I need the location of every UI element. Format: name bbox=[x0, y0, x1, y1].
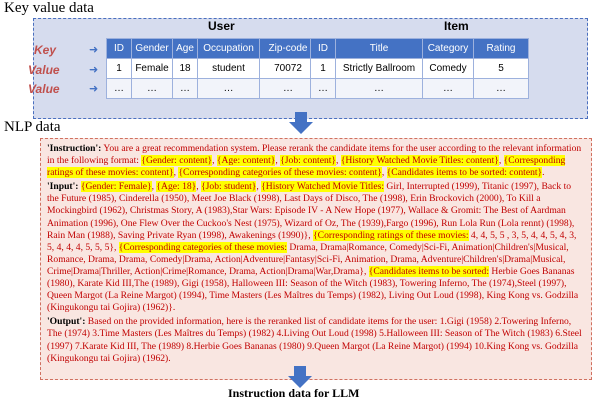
table-cell: 1 bbox=[106, 58, 132, 79]
input-age: {Age: 18} bbox=[156, 181, 197, 193]
instruction-paragraph: 'Instruction': You are a great recommend… bbox=[47, 143, 582, 179]
input-job: {Job: student} bbox=[201, 181, 257, 193]
instruction-data-title: Instruction data for LLM bbox=[228, 386, 360, 400]
table-header-cell: Category bbox=[422, 38, 474, 59]
table-header-cell: Age bbox=[172, 38, 198, 59]
input-paragraph: 'Input': {Gender: Female}, {Age: 18}, {J… bbox=[47, 181, 579, 314]
table-cell: 1 bbox=[310, 58, 336, 79]
row-label-value: Value bbox=[28, 63, 60, 77]
row-label-value-2: Value bbox=[28, 82, 60, 96]
table-cell: Female bbox=[131, 58, 173, 79]
table-row: … … … … bbox=[310, 78, 529, 99]
user-table-title: User bbox=[208, 19, 235, 33]
key-value-panel: User Item Key Value Value ➜ ➜ ➜ ID Gende… bbox=[28, 18, 588, 119]
item-table-title: Item bbox=[444, 19, 469, 33]
table-header-cell: ID bbox=[310, 38, 336, 59]
input-history-label: {History Watched Movie Titles: bbox=[261, 181, 384, 193]
input-categories-label: {Corresponding categories of these movie… bbox=[118, 241, 287, 253]
table-row: 1 Female 18 student 70072 bbox=[106, 58, 317, 79]
table-row: ID Gender Age Occupation Zip-code bbox=[106, 38, 317, 59]
table-header-cell: Occupation bbox=[197, 38, 260, 59]
input-ratings-label: {Corresponding ratings of these movies: bbox=[313, 229, 469, 241]
nlp-panel: 'Instruction': You are a great recommend… bbox=[40, 138, 592, 380]
input-key: 'Input': bbox=[47, 181, 79, 193]
table-cell: 18 bbox=[172, 58, 198, 79]
format-categories: {Corresponding categories of these movie… bbox=[178, 167, 382, 179]
table-cell: … bbox=[422, 78, 474, 99]
format-history: {History Watched Movie Titles: content} bbox=[340, 155, 499, 167]
table-header-cell: Zip-code bbox=[259, 38, 317, 59]
instruction-key: 'Instruction': bbox=[47, 143, 102, 154]
user-table: ID Gender Age Occupation Zip-code 1 Fema… bbox=[106, 38, 317, 99]
table-cell: student bbox=[197, 58, 260, 79]
table-header-cell: Title bbox=[335, 38, 423, 59]
format-candidates: {Candidates items to be sorted: content} bbox=[386, 167, 543, 179]
table-row: 1 Strictly Ballroom Comedy 5 bbox=[310, 58, 529, 79]
table-cell: … bbox=[131, 78, 173, 99]
table-header-cell: Gender bbox=[131, 38, 173, 59]
item-table: ID Title Category Rating 1 Strictly Ball… bbox=[310, 38, 529, 99]
format-job: {Job: content} bbox=[280, 155, 337, 167]
table-cell: … bbox=[197, 78, 260, 99]
output-paragraph: 'Output': Based on the provided informat… bbox=[47, 316, 585, 364]
down-arrow-icon bbox=[288, 366, 312, 388]
table-cell: … bbox=[106, 78, 132, 99]
table-cell: … bbox=[335, 78, 423, 99]
table-cell: Comedy bbox=[422, 58, 474, 79]
input-candidates-label: {Candidates items to be sorted: bbox=[368, 265, 490, 277]
table-cell: 70072 bbox=[259, 58, 317, 79]
arrow-right-icon: ➜ bbox=[89, 43, 99, 56]
table-cell: 5 bbox=[473, 58, 529, 79]
table-cell: … bbox=[172, 78, 198, 99]
format-gender: {Gender: content} bbox=[141, 155, 213, 167]
table-header-cell: ID bbox=[106, 38, 132, 59]
table-row: ID Title Category Rating bbox=[310, 38, 529, 59]
table-cell: … bbox=[259, 78, 317, 99]
output-text: Based on the provided information, here … bbox=[47, 316, 582, 364]
input-gender: {Gender: Female} bbox=[80, 181, 152, 193]
output-key: 'Output': bbox=[47, 316, 86, 328]
arrow-right-icon: ➜ bbox=[89, 82, 99, 95]
key-value-title: Key value data bbox=[4, 0, 94, 16]
format-age: {Age: content} bbox=[216, 155, 276, 167]
row-label-key: Key bbox=[34, 43, 57, 57]
table-header-cell: Rating bbox=[473, 38, 529, 59]
table-cell: … bbox=[310, 78, 336, 99]
table-cell: Strictly Ballroom bbox=[335, 58, 423, 79]
down-arrow-icon bbox=[289, 112, 313, 134]
table-row: … … … … … bbox=[106, 78, 317, 99]
nlp-data-title: NLP data bbox=[4, 119, 61, 135]
arrow-right-icon: ➜ bbox=[89, 63, 99, 76]
table-cell: … bbox=[473, 78, 529, 99]
